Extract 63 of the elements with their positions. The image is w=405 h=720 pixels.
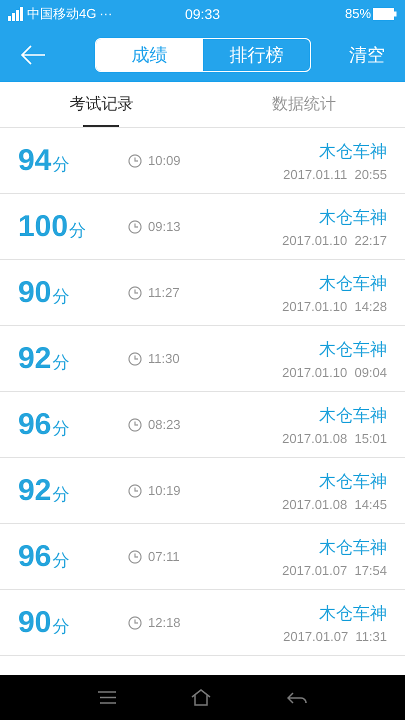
score-unit: 分: [52, 418, 70, 440]
score-value: 100: [18, 210, 68, 244]
battery-icon: [373, 8, 398, 20]
home-icon[interactable]: [191, 689, 212, 706]
user-name: 木仓车神: [319, 272, 387, 294]
score-value: 94: [18, 144, 52, 178]
user-name: 木仓车神: [319, 206, 387, 228]
segment-tab[interactable]: 排行榜: [203, 38, 310, 70]
duration: 09:13: [148, 219, 181, 234]
clock-time: 09:33: [184, 6, 220, 22]
score-unit: 分: [52, 352, 70, 374]
clock-icon: [128, 220, 142, 234]
score-value: 96: [18, 408, 52, 442]
user-name: 木仓车神: [319, 602, 387, 624]
clock-icon: [128, 484, 142, 498]
score-unit: 分: [52, 154, 70, 176]
battery-percent: 85%: [344, 6, 372, 21]
clock-icon: [128, 286, 142, 300]
signal-icon: [8, 6, 24, 20]
user-name: 木仓车神: [319, 338, 387, 360]
user-name: 木仓车神: [319, 404, 387, 426]
duration: 11:27: [148, 285, 180, 300]
user-name: 木仓车神: [319, 536, 387, 558]
score-unit: 分: [69, 220, 86, 242]
clear-button[interactable]: 清空: [349, 42, 385, 66]
menu-icon[interactable]: [98, 691, 116, 704]
score-value: 90: [18, 276, 52, 310]
more-indicator: ···: [99, 6, 112, 21]
duration: 10:19: [148, 483, 181, 498]
exam-date: 2017.01.08 14:45: [282, 496, 387, 512]
score-value: 96: [18, 540, 52, 574]
score-value: 90: [18, 606, 52, 640]
exam-date: 2017.01.07 17:54: [282, 562, 387, 578]
score-value: 92: [18, 342, 52, 376]
tab[interactable]: 数据统计: [202, 82, 405, 127]
clock-icon: [128, 154, 142, 168]
duration: 12:18: [148, 615, 181, 630]
clock-icon: [128, 550, 142, 564]
score-unit: 分: [52, 616, 70, 638]
duration: 08:23: [148, 417, 181, 432]
exam-date: 2017.01.10 22:17: [282, 232, 387, 248]
clock-icon: [128, 352, 142, 366]
tab[interactable]: 考试记录: [0, 82, 202, 127]
duration: 07:11: [148, 549, 180, 564]
duration: 11:30: [148, 351, 180, 366]
user-name: 木仓车神: [319, 140, 387, 162]
user-name: 木仓车神: [319, 470, 387, 492]
segment-tab[interactable]: 成绩: [96, 38, 203, 70]
score-value: 92: [18, 474, 52, 508]
duration: 10:09: [148, 153, 181, 168]
exam-date: 2017.01.07 11:31: [283, 628, 387, 644]
score-unit: 分: [52, 550, 70, 572]
back-icon[interactable]: [287, 692, 308, 704]
exam-date: 2017.01.10 14:28: [282, 298, 387, 314]
exam-date: 2017.01.11 20:55: [283, 166, 387, 182]
exam-date: 2017.01.08 15:01: [282, 430, 387, 446]
score-unit: 分: [52, 484, 70, 506]
back-button[interactable]: [20, 44, 46, 64]
score-unit: 分: [52, 286, 70, 308]
carrier-name: 中国移动4G: [27, 4, 96, 22]
exam-date: 2017.01.10 09:04: [282, 364, 387, 380]
clock-icon: [128, 616, 142, 630]
clock-icon: [128, 418, 142, 432]
